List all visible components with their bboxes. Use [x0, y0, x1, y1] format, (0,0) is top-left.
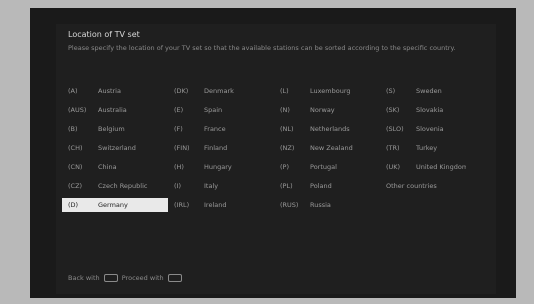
country-item-other-countries[interactable]: Other countries — [386, 179, 466, 193]
country-item-belgium[interactable]: (B) Belgium — [68, 122, 168, 136]
country-item-portugal[interactable]: (P) Portugal — [280, 160, 380, 174]
country-name: Luxembourg — [310, 87, 351, 95]
country-code: (SK) — [386, 106, 400, 114]
proceed-label: Proceed with — [121, 274, 164, 282]
country-code: (F) — [174, 125, 183, 133]
country-code: (H) — [174, 163, 184, 171]
description: Please specify the location of your TV s… — [68, 44, 456, 52]
country-name: Germany — [98, 201, 128, 209]
country-name: Switzerland — [98, 144, 136, 152]
country-item-hungary[interactable]: (H) Hungary — [174, 160, 274, 174]
country-item-united-kingdom[interactable]: (UK) United Kingdom — [386, 160, 466, 174]
country-item-luxembourg[interactable]: (L) Luxembourg — [280, 84, 380, 98]
country-item-norway[interactable]: (N) Norway — [280, 103, 380, 117]
country-code: (P) — [280, 163, 289, 171]
country-code: (PL) — [280, 182, 293, 190]
country-code: (B) — [68, 125, 78, 133]
country-name: Turkey — [416, 144, 438, 152]
country-name: Ireland — [204, 201, 227, 209]
country-item-sweden[interactable]: (S) Sweden — [386, 84, 466, 98]
country-code: (TR) — [386, 144, 400, 152]
country-name: Hungary — [204, 163, 232, 171]
country-name: Finland — [204, 144, 228, 152]
country-item-turkey[interactable]: (TR) Turkey — [386, 141, 466, 155]
country-item-czech-republic[interactable]: (CZ) Czech Republic — [68, 179, 168, 193]
country-code: (NZ) — [280, 144, 295, 152]
footer: Back with Proceed with — [68, 274, 184, 282]
country-item-finland[interactable]: (FIN) Finland — [174, 141, 274, 155]
back-label: Back with — [68, 274, 100, 282]
country-name: Netherlands — [310, 125, 350, 133]
country-item-new-zealand[interactable]: (NZ) New Zealand — [280, 141, 380, 155]
country-item-switzerland[interactable]: (CH) Switzerland — [68, 141, 168, 155]
country-name: France — [204, 125, 226, 133]
country-name: Norway — [310, 106, 335, 114]
country-name: Poland — [310, 182, 332, 190]
location-screen: Location of TV set Please specify the lo… — [56, 24, 496, 294]
country-code: (L) — [280, 87, 289, 95]
country-code: (S) — [386, 87, 396, 95]
country-code: (D) — [68, 201, 79, 209]
country-code: (CN) — [68, 163, 83, 171]
country-code: (E) — [174, 106, 184, 114]
country-item-netherlands[interactable]: (NL) Netherlands — [280, 122, 380, 136]
country-item-slovakia[interactable]: (SK) Slovakia — [386, 103, 466, 117]
country-name: Czech Republic — [98, 182, 148, 190]
country-name: Denmark — [204, 87, 234, 95]
country-code: (CH) — [68, 144, 83, 152]
country-code: (SLO) — [386, 125, 404, 133]
country-item-france[interactable]: (F) France — [174, 122, 274, 136]
country-code: (AUS) — [68, 106, 87, 114]
country-item-china[interactable]: (CN) China — [68, 160, 168, 174]
country-name: United Kingdom — [416, 163, 466, 171]
country-name: Spain — [204, 106, 223, 114]
country-name: China — [98, 163, 117, 171]
country-name: Belgium — [98, 125, 125, 133]
country-item-slovenia[interactable]: (SLO) Slovenia — [386, 122, 466, 136]
country-item-germany[interactable]: (D) Germany — [62, 198, 168, 212]
country-name: Italy — [204, 182, 219, 190]
country-item-russia[interactable]: (RUS) Russia — [280, 198, 380, 212]
country-code: (DK) — [174, 87, 189, 95]
country-code: (I) — [174, 182, 181, 190]
country-name: Slovakia — [416, 106, 444, 114]
country-code: (RUS) — [280, 201, 299, 209]
country-code: (FIN) — [174, 144, 190, 152]
country-name: Russia — [310, 201, 331, 209]
country-name: New Zealand — [310, 144, 353, 152]
back-button-icon — [103, 274, 118, 282]
country-name: Portugal — [310, 163, 337, 171]
country-name: Austria — [98, 87, 121, 95]
country-code: (IRL) — [174, 201, 190, 209]
country-item-australia[interactable]: (AUS) Australia — [68, 103, 168, 117]
country-name: Slovenia — [416, 125, 444, 133]
country-code: (A) — [68, 87, 78, 95]
country-code: (NL) — [280, 125, 294, 133]
country-item-denmark[interactable]: (DK) Denmark — [174, 84, 274, 98]
country-item-italy[interactable]: (I) Italy — [174, 179, 274, 193]
country-name: Australia — [98, 106, 127, 114]
country-code: (UK) — [386, 163, 401, 171]
country-code: (N) — [280, 106, 290, 114]
ok-button-icon — [167, 274, 182, 282]
country-item-austria[interactable]: (A) Austria — [68, 84, 168, 98]
country-item-poland[interactable]: (PL) Poland — [280, 179, 380, 193]
country-code: (CZ) — [68, 182, 83, 190]
country-name: Other countries — [386, 182, 437, 190]
screen-title: Location of TV set — [68, 30, 140, 39]
country-item-ireland[interactable]: (IRL) Ireland — [174, 198, 274, 212]
country-name: Sweden — [416, 87, 442, 95]
country-item-spain[interactable]: (E) Spain — [174, 103, 274, 117]
